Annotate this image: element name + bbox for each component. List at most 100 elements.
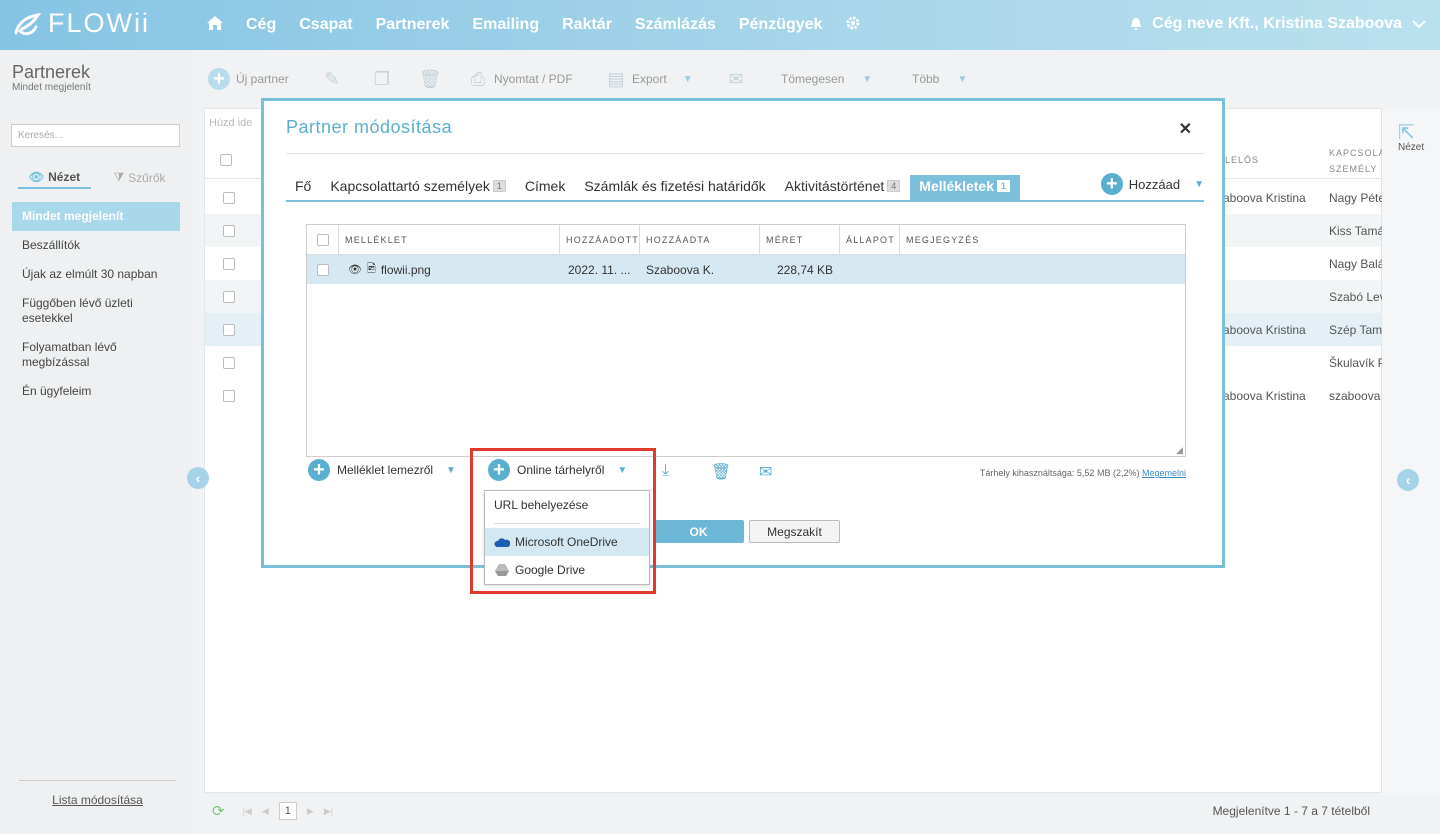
resize-handle-icon[interactable]: ◢ [1176, 445, 1183, 456]
plus-icon: + [208, 68, 230, 90]
search-input[interactable]: Keresés... [11, 124, 180, 147]
select-all-checkbox[interactable] [220, 154, 232, 166]
tab-badge: 4 [887, 179, 901, 192]
add-button[interactable]: + Hozzáad ▼ [1100, 173, 1204, 195]
main-nav: Cég Csapat Partnerek Emailing Raktár Szá… [206, 0, 884, 50]
next-page-icon[interactable]: ▶ [307, 806, 314, 817]
chevron-down-icon[interactable] [1412, 19, 1426, 29]
download-icon[interactable]: ⤓ [662, 462, 669, 480]
email-icon[interactable]: ✉ [759, 462, 772, 482]
flowii-logo[interactable]: FLOWii [12, 8, 150, 39]
sidebar-item-all[interactable]: Mindet megjelenít [12, 202, 180, 231]
first-page-icon[interactable]: |◀ [243, 806, 252, 817]
attachment-size: 228,74 KB [777, 262, 834, 277]
attachment-added: 2022. 11. ... [568, 262, 631, 277]
print-button[interactable]: ⎙ Nyomtat / PDF [468, 69, 573, 89]
sidebar: Partnerek Mindet megjelenít Keresés... 👁… [0, 50, 192, 834]
attachment-name[interactable]: flowii.png [381, 263, 431, 277]
grid-count: Megjelenítve 1 - 7 a 7 tételből [1212, 804, 1370, 818]
caret-down-icon: ▼ [862, 73, 873, 85]
sidebar-menu: Mindet megjelenít Beszállítók Újak az el… [12, 202, 180, 406]
tab-view[interactable]: 👁 Nézet [18, 166, 91, 189]
col-attachment[interactable]: MELLÉKLET [339, 225, 560, 255]
edit-icon[interactable]: ✎ [322, 69, 342, 89]
sidebar-item-my-clients[interactable]: Én ügyfeleim [12, 377, 180, 406]
top-bar: FLOWii Cég Csapat Partnerek Emailing Rak… [0, 0, 1440, 50]
export-button[interactable]: ▤ Export ▼ [606, 68, 693, 89]
table-row[interactable]: 👁 🖻 flowii.png 2022. 11. ... Szaboova K.… [307, 255, 1185, 284]
nav-item-partnerek[interactable]: Partnerek [376, 16, 450, 34]
nav-item-ceg[interactable]: Cég [246, 16, 276, 34]
right-panel: ⇱ Nézet [1382, 108, 1440, 793]
col-size[interactable]: MÉRET [760, 225, 840, 255]
nav-item-penzugyek[interactable]: Pénzügyek [739, 16, 823, 34]
page-title: Partnerek [12, 62, 91, 82]
upgrade-link[interactable]: Megemelni [1142, 468, 1186, 478]
nav-item-szamlazas[interactable]: Számlázás [635, 16, 716, 34]
page-number[interactable]: 1 [278, 802, 297, 820]
email-icon[interactable]: ✉ [726, 69, 746, 89]
sidebar-item-ongoing-orders[interactable]: Folyamatban lévő megbízással [12, 333, 180, 377]
home-icon[interactable] [206, 15, 224, 36]
col-added[interactable]: HOZZÁADOTT [560, 225, 640, 255]
highlight-box [470, 448, 656, 594]
tab-main[interactable]: Fő [286, 175, 321, 200]
user-menu[interactable]: Cég neve Kft., Kristina Szaboova [1130, 15, 1426, 33]
tab-badge: 1 [492, 179, 506, 192]
attachment-actions: + Melléklet lemezről ▼ + Online tárhelyr… [308, 459, 1186, 499]
tab-filters[interactable]: ⧩ Szűrők [103, 166, 176, 189]
tab-activity[interactable]: Aktivitástörténet 4 [776, 175, 911, 200]
last-page-icon[interactable]: ▶| [324, 806, 333, 817]
grid-footer: ⟳ |◀ ◀ 1 ▶ ▶| Megjelenítve 1 - 7 a 7 tét… [204, 796, 1382, 826]
caret-down-icon: ▼ [446, 464, 456, 476]
eye-icon[interactable]: 👁 [348, 263, 362, 276]
tab-view-label: Nézet [48, 169, 81, 184]
nav-item-emailing[interactable]: Emailing [472, 16, 539, 34]
sidebar-item-new-30-days[interactable]: Újak az elmúlt 30 napban [12, 260, 180, 289]
select-all-checkbox[interactable] [316, 234, 329, 246]
export-label: Export [632, 72, 667, 86]
new-partner-label: Új partner [236, 72, 289, 86]
more-label: Több [912, 72, 940, 86]
user-name[interactable]: Cég neve Kft., Kristina Szaboova [1152, 15, 1402, 33]
attachments-header: MELLÉKLET HOZZÁADOTT HOZZÁADTA MÉRET ÁLL… [307, 225, 1185, 255]
new-partner-button[interactable]: + Új partner [208, 68, 289, 90]
tab-addresses[interactable]: Címek [516, 175, 575, 200]
tab-contacts[interactable]: Kapcsolattartó személyek 1 [321, 175, 516, 200]
col-status[interactable]: ÁLLAPOT [840, 225, 900, 255]
close-icon[interactable]: ✕ [1179, 119, 1192, 139]
collapse-left-icon[interactable]: ‹ [187, 467, 209, 489]
tab-attachments[interactable]: Mellékletek 1 [910, 175, 1021, 200]
plus-icon: + [308, 459, 330, 481]
col-contact-header[interactable]: KAPCSOLATTARTÓ SZEMÉLY [1329, 145, 1383, 177]
tab-invoices[interactable]: Számlák és fizetési határidők [575, 175, 775, 200]
bell-icon[interactable] [1130, 17, 1142, 31]
sidebar-item-suppliers[interactable]: Beszállítók [12, 231, 180, 260]
refresh-icon[interactable]: ⟳ [212, 802, 225, 820]
from-disk-button[interactable]: + Melléklet lemezről ▼ [308, 459, 456, 481]
cancel-button[interactable]: Megszakít [749, 520, 840, 543]
copy-icon[interactable]: ❐ [372, 69, 392, 89]
settings-gear-icon[interactable] [845, 15, 861, 36]
col-added-by[interactable]: HOZZÁADTA [640, 225, 760, 255]
trash-icon[interactable]: 🗑 [711, 462, 731, 482]
collapse-right-icon[interactable]: ‹ [1397, 469, 1419, 491]
export-icon: ▤ [607, 68, 625, 89]
col-note[interactable]: MEGJEGYZÉS [900, 225, 1185, 255]
eye-icon: 👁 [28, 169, 45, 184]
list-edit-link[interactable]: Lista módosítása [19, 780, 176, 807]
ok-button[interactable]: OK [653, 520, 744, 543]
sidebar-item-pending-cases[interactable]: Függőben lévő üzleti esetekkel [12, 289, 180, 333]
bulk-label: Tömegesen [781, 72, 845, 86]
right-view-label[interactable]: Nézet [1398, 142, 1424, 153]
page-subtitle: Mindet megjelenít [12, 82, 91, 93]
row-checkbox[interactable] [317, 263, 329, 276]
caret-down-icon: ▼ [1194, 178, 1204, 190]
nav-item-csapat[interactable]: Csapat [299, 16, 352, 34]
caret-down-icon: ▼ [682, 73, 693, 85]
more-button[interactable]: Több ▼ [912, 72, 967, 86]
trash-icon[interactable]: 🗑 [419, 69, 442, 89]
prev-page-icon[interactable]: ◀ [262, 806, 269, 817]
bulk-button[interactable]: Tömegesen ▼ [781, 72, 872, 86]
nav-item-raktar[interactable]: Raktár [562, 16, 612, 34]
